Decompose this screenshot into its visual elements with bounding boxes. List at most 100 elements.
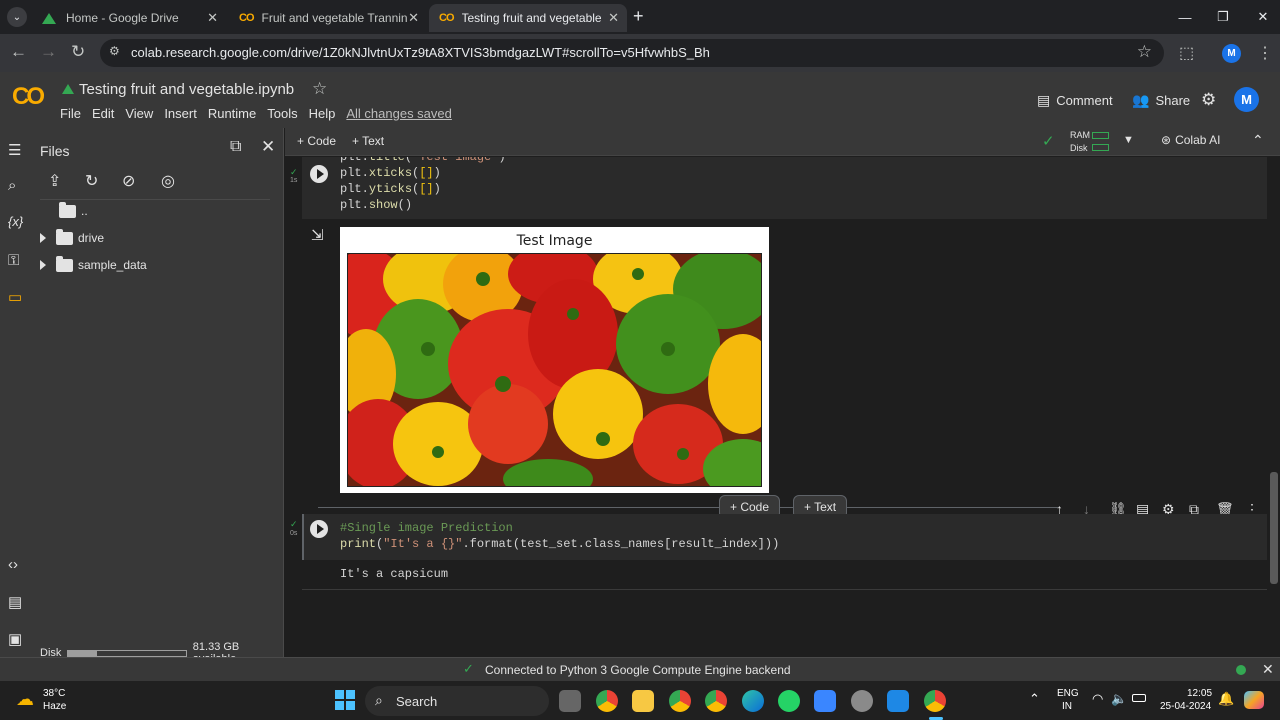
window-close-icon[interactable]: ✕ [1240, 0, 1280, 34]
tab-fruit-training[interactable]: CO Fruit and vegetable Tranning.ipy ✕ [229, 4, 427, 32]
connection-status-dot [1236, 665, 1246, 675]
address-bar[interactable]: ⚙ colab.research.google.com/drive/1Z0kNJ… [100, 39, 1164, 67]
upload-file-icon[interactable]: ⇪ [48, 171, 61, 191]
search-icon[interactable]: ⌕ [8, 177, 16, 194]
cell-duration: 0s [290, 530, 298, 537]
new-tab-button[interactable]: + [633, 6, 644, 27]
weather-haze-icon[interactable]: ☁ [16, 689, 34, 710]
resource-monitor[interactable]: RAM Disk [1068, 129, 1113, 155]
store-icon[interactable] [814, 690, 836, 712]
colab-logo[interactable]: CO [12, 83, 45, 111]
code-snippets-icon[interactable]: ‹› [8, 556, 18, 573]
browser-menu-icon[interactable]: ⋮ [1257, 43, 1273, 63]
copilot-icon[interactable] [1244, 691, 1264, 709]
extensions-icon[interactable]: ⬚ [1179, 43, 1194, 63]
hide-files-icon[interactable]: ◎ [161, 171, 175, 191]
close-icon[interactable]: ✕ [408, 10, 419, 26]
chrome-active-icon[interactable] [924, 690, 946, 712]
add-text-button[interactable]: + Text [352, 134, 384, 148]
plot-title: Test Image [516, 233, 593, 249]
menu-tools[interactable]: Tools [267, 106, 297, 121]
menu-view[interactable]: View [125, 106, 153, 121]
secrets-key-icon[interactable]: ⚿ [8, 252, 19, 269]
profile-avatar[interactable]: M [1222, 44, 1241, 63]
reload-icon[interactable]: ↻ [71, 42, 85, 62]
refresh-icon[interactable]: ↻ [85, 171, 98, 191]
volume-icon[interactable]: 🔈 [1111, 691, 1127, 707]
close-icon[interactable]: ✕ [608, 10, 619, 26]
battery-icon[interactable] [1132, 694, 1146, 702]
menu-help[interactable]: Help [309, 106, 336, 121]
wifi-icon[interactable]: ◠ [1092, 691, 1103, 707]
clock-time[interactable]: 12:05 [1187, 688, 1212, 699]
task-view-icon[interactable] [559, 690, 581, 712]
windows-start-icon[interactable] [335, 690, 355, 710]
code-cell[interactable] [302, 157, 1267, 219]
menu-file[interactable]: File [60, 106, 81, 121]
sidebar-icon-rail: ☰ ⌕ {x} ⚿ ▭ ‹› ▤ ▣ [0, 128, 34, 657]
expand-caret-icon[interactable] [40, 260, 46, 270]
colab-icon: CO [439, 12, 454, 24]
close-status-icon[interactable]: ✕ [1262, 661, 1274, 678]
add-code-button[interactable]: + Code [297, 134, 336, 148]
folder-icon [56, 228, 73, 245]
share-button[interactable]: 👥 Share [1132, 92, 1190, 109]
tab-google-drive[interactable]: Home - Google Drive ✕ [32, 4, 226, 32]
show-hidden-icons-chevron-icon[interactable]: ⌃ [1029, 691, 1040, 707]
comment-button[interactable]: ▤ Comment [1037, 92, 1113, 109]
colab-ai-label: Colab AI [1175, 133, 1221, 147]
tab-testing-fruit[interactable]: CO Testing fruit and vegetable.ipyn ✕ [429, 4, 627, 32]
run-cell-button[interactable] [310, 165, 328, 183]
notification-bell-icon[interactable]: 🔔 [1218, 691, 1234, 707]
menu-edit[interactable]: Edit [92, 106, 114, 121]
cell-output: It's a capsicum [340, 567, 449, 581]
windows-taskbar: ☁ 38°C Haze ⌕ Search ⌃ ENG IN ◠ 🔈 12:05 … [0, 681, 1280, 720]
comment-icon: ▤ [1037, 92, 1051, 108]
site-info-icon[interactable]: ⚙ [109, 44, 120, 58]
chrome-profile-icon[interactable] [705, 690, 727, 712]
star-icon[interactable]: ☆ [312, 79, 327, 99]
bookmark-star-icon[interactable]: ☆ [1137, 42, 1152, 62]
notebook-scrollbar[interactable] [1270, 472, 1278, 584]
settings-icon[interactable] [851, 690, 873, 712]
user-avatar[interactable]: M [1234, 87, 1259, 112]
tree-item-drive[interactable]: drive [40, 228, 104, 245]
url-text: colab.research.google.com/drive/1Z0kNJlv… [131, 45, 710, 60]
save-status-link[interactable]: All changes saved [346, 106, 452, 121]
file-explorer-icon[interactable] [632, 690, 654, 712]
collapse-chevron-icon[interactable]: ⌃ [1252, 132, 1264, 149]
menu-insert[interactable]: Insert [164, 106, 197, 121]
back-arrow-icon[interactable]: ← [10, 42, 27, 62]
expand-caret-icon[interactable] [40, 233, 46, 243]
edge-icon[interactable] [742, 690, 764, 712]
files-folder-icon[interactable]: ▭ [8, 288, 22, 306]
output-action-icon[interactable]: ⇲ [311, 226, 324, 244]
terminal-icon[interactable]: ▣ [8, 630, 22, 648]
open-in-tab-icon[interactable]: ⧉ [230, 138, 241, 156]
colab-ai-button[interactable]: ⊛ Colab AI [1161, 133, 1220, 147]
language-line1[interactable]: ENG [1057, 688, 1079, 699]
forward-arrow-icon[interactable]: → [40, 42, 57, 62]
command-palette-icon[interactable]: ▤ [8, 593, 22, 611]
code-comment: #Single image Prediction [340, 521, 513, 535]
tab-search-button[interactable]: ⌄ [7, 7, 27, 27]
settings-gear-icon[interactable]: ⚙ [1201, 90, 1216, 110]
notebook-title[interactable]: Testing fruit and vegetable.ipynb [79, 81, 294, 98]
unmount-drive-icon[interactable]: ⊘ [122, 171, 135, 191]
whatsapp-icon[interactable] [778, 690, 800, 712]
tree-item-parent[interactable]: .. [59, 201, 88, 218]
vscode-icon[interactable] [887, 690, 909, 712]
menu-runtime[interactable]: Runtime [208, 106, 256, 121]
close-panel-icon[interactable]: ✕ [261, 137, 275, 157]
chrome-profile-icon[interactable] [669, 690, 691, 712]
taskbar-search[interactable]: ⌕ Search [365, 686, 549, 716]
variables-icon[interactable]: {x} [8, 214, 23, 229]
close-icon[interactable]: ✕ [207, 10, 218, 26]
code-line: plt.xticks([]) [340, 166, 441, 180]
run-cell-button[interactable] [310, 520, 328, 538]
tree-item-sample-data[interactable]: sample_data [40, 255, 147, 272]
table-of-contents-icon[interactable]: ☰ [8, 141, 21, 159]
chrome-icon[interactable] [596, 690, 618, 712]
runtime-dropdown-icon[interactable]: ▼ [1123, 134, 1134, 146]
cell-duration: 1s [290, 177, 298, 184]
